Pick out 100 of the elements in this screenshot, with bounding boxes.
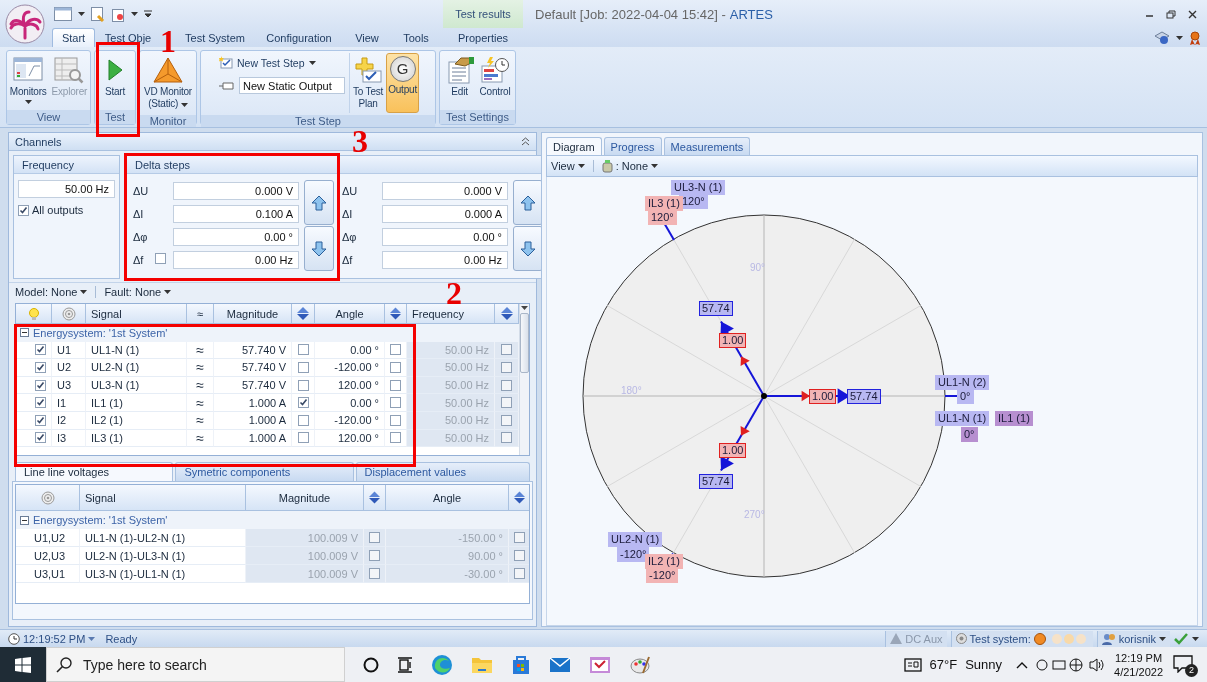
palm-logo-icon[interactable] xyxy=(5,3,45,44)
checkbox[interactable] xyxy=(35,432,46,444)
ribbon-button[interactable]: VD Monitor (Static) xyxy=(142,53,194,113)
temperature-text[interactable]: 67°F xyxy=(929,657,958,672)
app-window-icon[interactable] xyxy=(589,654,611,675)
task-view-icon[interactable] xyxy=(397,656,413,673)
checkbox[interactable] xyxy=(390,362,401,373)
tab[interactable]: Displacement values xyxy=(355,462,530,481)
step-up-button[interactable] xyxy=(304,180,334,225)
checkbox[interactable] xyxy=(35,344,46,356)
step-value-field[interactable]: 0.000 A xyxy=(382,204,508,223)
checkbox[interactable] xyxy=(35,362,46,373)
tab[interactable]: Measurements xyxy=(663,137,751,155)
document-icon[interactable] xyxy=(91,6,105,22)
step-value-field[interactable]: 0.000 V xyxy=(173,181,299,200)
sort-icon[interactable] xyxy=(500,307,513,320)
checkbox[interactable] xyxy=(369,550,380,561)
filter-menu[interactable]: : None xyxy=(601,159,659,173)
tab[interactable]: Diagram xyxy=(546,137,602,155)
step-value-field[interactable]: 0.00 ° xyxy=(382,227,508,246)
clock-date[interactable]: 4/21/2022 xyxy=(1114,664,1163,679)
step-name-field[interactable]: New Static Output xyxy=(239,77,346,94)
checkbox[interactable] xyxy=(514,568,525,579)
checkbox[interactable] xyxy=(390,432,401,444)
checkbox[interactable] xyxy=(297,362,309,373)
ribbon-button[interactable]: G Output xyxy=(386,53,419,113)
clipboard-icon[interactable] xyxy=(111,6,125,22)
notification-button[interactable]: 2 xyxy=(1171,650,1199,679)
checkbox[interactable] xyxy=(501,432,512,444)
column-header[interactable]: Angle xyxy=(386,485,509,511)
checkbox[interactable] xyxy=(390,344,401,356)
step-value-field[interactable]: 0.00 ° xyxy=(173,227,299,246)
collapse-icon[interactable] xyxy=(20,328,29,338)
new-test-step-menu[interactable]: New Test Step xyxy=(219,56,346,69)
checkbox[interactable] xyxy=(369,568,380,579)
help-icon[interactable] xyxy=(1154,30,1170,45)
checkbox[interactable] xyxy=(35,397,46,409)
table-cell[interactable]: -120.00 ° xyxy=(315,359,385,377)
checkbox[interactable] xyxy=(501,414,512,426)
tray-icons-drawing[interactable] xyxy=(1036,657,1107,672)
checkbox[interactable] xyxy=(18,204,29,216)
checkbox[interactable] xyxy=(297,397,309,409)
checkbox[interactable] xyxy=(501,344,512,356)
step-down-button[interactable] xyxy=(513,226,543,271)
column-header[interactable]: Signal xyxy=(86,304,187,324)
sort-icon[interactable] xyxy=(297,307,309,320)
sort-icon[interactable] xyxy=(369,491,380,504)
ribbon-tab[interactable]: Test System xyxy=(177,28,253,47)
column-header[interactable]: Magnitude xyxy=(214,304,292,324)
view-menu[interactable]: View xyxy=(551,160,585,172)
column-header[interactable]: Frequency xyxy=(407,304,495,324)
ribbon-button[interactable]: Monitors xyxy=(7,53,49,108)
ribbon-button[interactable]: Start xyxy=(102,53,128,108)
group-row-label[interactable]: Energysystem: '1st System' xyxy=(33,514,168,526)
column-header[interactable]: Angle xyxy=(315,304,385,324)
table-cell[interactable]: 1.000 A xyxy=(214,394,292,412)
checkbox[interactable] xyxy=(390,397,401,409)
checkbox[interactable] xyxy=(514,550,525,561)
checkbox[interactable] xyxy=(514,532,525,543)
ribbon-button[interactable]: To Test Plan xyxy=(351,53,386,113)
checkbox[interactable] xyxy=(297,379,309,391)
chevron-up-icon[interactable] xyxy=(1016,660,1029,669)
checkbox[interactable] xyxy=(35,379,46,391)
checkbox[interactable] xyxy=(297,414,309,426)
circle-icon[interactable] xyxy=(363,656,379,673)
step-up-button[interactable] xyxy=(513,180,543,225)
restore-icon[interactable] xyxy=(1166,9,1176,19)
window-icon[interactable] xyxy=(54,7,72,21)
column-header[interactable]: Signal xyxy=(80,485,246,511)
step-value-field[interactable]: 0.00 Hz xyxy=(382,250,508,269)
checkbox[interactable] xyxy=(297,344,309,356)
model-menu[interactable]: Model: None xyxy=(15,286,88,298)
store-bag-icon[interactable] xyxy=(511,654,531,675)
status-time[interactable]: 12:19:52 PM xyxy=(8,632,96,645)
tab[interactable]: Progress xyxy=(603,137,662,155)
weather-text[interactable]: Sunny xyxy=(965,657,1003,672)
step-value-field[interactable]: 0.00 Hz xyxy=(173,250,299,269)
step-down-button[interactable] xyxy=(304,226,334,271)
collapse-icon[interactable] xyxy=(20,515,29,525)
sort-icon[interactable] xyxy=(390,307,401,320)
step-value-field[interactable]: 0.100 A xyxy=(173,204,299,223)
scrollbar[interactable] xyxy=(519,304,529,455)
ribbon-tab[interactable]: Start xyxy=(52,28,95,47)
checkbox[interactable] xyxy=(501,362,512,373)
group-row-label[interactable]: Energysystem: '1st System' xyxy=(33,326,168,339)
search-field[interactable]: Type here to search xyxy=(46,647,345,682)
checkbox[interactable] xyxy=(155,253,166,264)
table-cell[interactable]: 57.740 V xyxy=(214,359,292,377)
ribbon-tab[interactable]: Tools xyxy=(394,28,438,47)
ribbon-tab[interactable]: Configuration xyxy=(258,28,340,47)
browser-icon[interactable] xyxy=(431,653,453,676)
ribbon-tab[interactable]: Test Obje xyxy=(97,28,159,47)
customize-icon[interactable] xyxy=(144,10,152,18)
column-header[interactable]: ≈ xyxy=(187,304,214,324)
ribbon-button[interactable]: Control xyxy=(477,53,513,108)
ribbon-award-icon[interactable] xyxy=(1189,30,1201,45)
checkbox[interactable] xyxy=(390,414,401,426)
fault-menu[interactable]: Fault: None xyxy=(104,286,172,298)
checkbox[interactable] xyxy=(501,379,512,391)
collapse-panel-icon[interactable] xyxy=(521,137,530,146)
